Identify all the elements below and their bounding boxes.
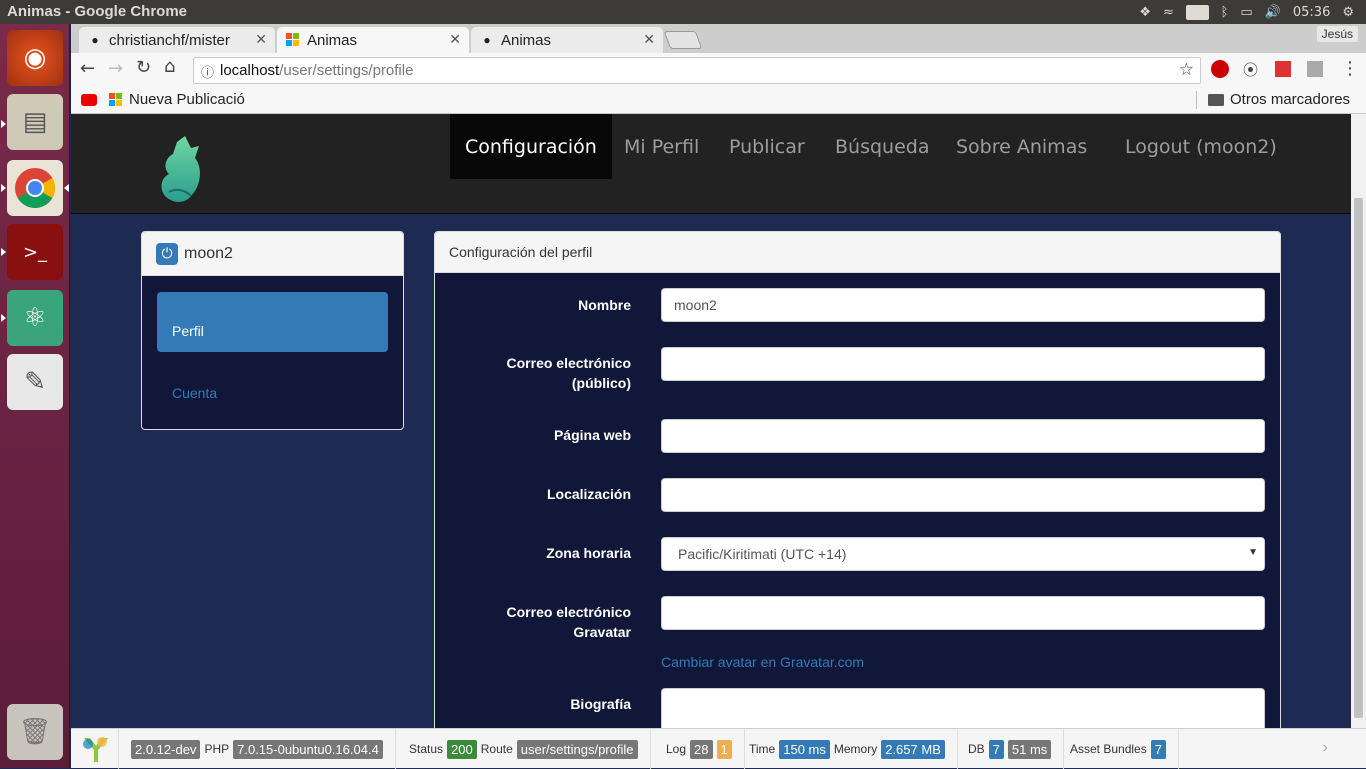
debug-log-block[interactable]: Log 28 1 xyxy=(658,729,745,769)
animas-favicon-icon xyxy=(109,92,122,106)
debug-db-block[interactable]: DB 7 51 ms xyxy=(960,729,1065,769)
browser-tab-strip: ● christianchf/mister ✕ Animas ✕ ● Anima… xyxy=(71,24,1366,53)
text-editor-icon[interactable]: ✎ xyxy=(7,354,63,410)
collapse-chevron-icon[interactable]: › xyxy=(1323,739,1328,757)
yii-logo-icon[interactable] xyxy=(71,729,119,769)
menu-kebab-icon[interactable]: ⋮ xyxy=(1341,58,1359,79)
atom-editor-icon[interactable]: ⚛ xyxy=(7,290,63,346)
label-biografia: Biografía xyxy=(570,696,631,712)
browser-toolbar: ← → ↻ ⌂ ⓘ localhost/user/settings/profil… xyxy=(71,53,1366,88)
youtube-icon[interactable] xyxy=(81,94,97,106)
gravatar-email-input[interactable] xyxy=(661,596,1265,630)
settings-gear-icon[interactable]: ⚙ xyxy=(1342,5,1354,20)
github-icon: ● xyxy=(91,33,99,47)
animas-logo[interactable] xyxy=(155,134,211,210)
home-icon[interactable]: ⌂ xyxy=(164,56,175,77)
profile-badge[interactable]: Jesús xyxy=(1316,26,1358,42)
label-zona-horaria: Zona horaria xyxy=(546,545,631,561)
wifi-icon[interactable]: ≈ xyxy=(1163,5,1174,20)
chrome-icon[interactable] xyxy=(7,160,63,216)
nav-mi-perfil[interactable]: Mi Perfil xyxy=(609,114,714,179)
browser-tab[interactable]: ● Animas ✕ xyxy=(471,27,663,53)
nav-configuracion[interactable]: Configuración xyxy=(450,114,612,179)
back-arrow-icon[interactable]: ← xyxy=(80,58,95,79)
folder-icon xyxy=(1208,93,1224,106)
nav-publicar[interactable]: Publicar xyxy=(714,114,820,179)
info-icon[interactable]: ⓘ xyxy=(201,62,214,81)
correo-publico-input[interactable] xyxy=(661,347,1265,381)
sidebar-username: moon2 xyxy=(184,244,233,262)
new-tab-button[interactable] xyxy=(663,31,703,49)
panel-heading: Configuración del perfil xyxy=(435,232,1280,273)
bookmarks-bar: Nueva Publicació Otros marcadores xyxy=(71,88,1366,114)
extension-icon[interactable] xyxy=(1211,60,1229,78)
close-tab-icon[interactable]: ✕ xyxy=(449,31,461,48)
browser-tab-active[interactable]: Animas ✕ xyxy=(277,27,469,53)
yii-debug-toolbar: 2.0.12-dev PHP 7.0.15-0ubuntu0.16.04.4 S… xyxy=(71,728,1366,769)
url-host: localhost xyxy=(220,62,280,79)
clock[interactable]: 05:36 xyxy=(1293,5,1330,20)
localizacion-input[interactable] xyxy=(661,478,1265,512)
close-tab-icon[interactable]: ✕ xyxy=(255,31,267,48)
sidebar-header: ⏻ moon2 xyxy=(142,232,403,276)
browser-tab[interactable]: ● christianchf/mister ✕ xyxy=(79,27,275,53)
zona-horaria-select[interactable]: Pacific/Kiritimati (UTC +14) ▼ xyxy=(661,537,1265,571)
animas-favicon-icon xyxy=(285,32,301,48)
debug-assets-block[interactable]: Asset Bundles 7 xyxy=(1062,729,1179,769)
close-tab-icon[interactable]: ✕ xyxy=(643,31,655,48)
bluetooth-icon[interactable]: ᛒ xyxy=(1221,5,1229,20)
bookmark-star-icon[interactable]: ☆ xyxy=(1179,60,1194,80)
trash-icon[interactable]: 🗑 xyxy=(7,704,63,760)
unity-launcher: ◉ ▤ >_ ⚛ ✎ 🗑 xyxy=(0,24,70,768)
avatar-power-icon: ⏻ xyxy=(156,242,178,265)
dropbox-icon[interactable]: ❖ xyxy=(1139,5,1151,20)
extension-icon[interactable] xyxy=(1275,61,1291,77)
github-icon: ● xyxy=(483,33,491,47)
ubuntu-dash-icon[interactable]: ◉ xyxy=(7,30,63,86)
page-scrollbar[interactable] xyxy=(1351,114,1366,728)
zona-horaria-value: Pacific/Kiritimati (UTC +14) xyxy=(678,546,847,562)
forward-arrow-icon[interactable]: → xyxy=(108,58,123,79)
terminal-icon[interactable]: >_ xyxy=(7,224,63,280)
keyboard-layout-indicator[interactable]: Es xyxy=(1185,4,1209,20)
system-tray: ❖ ≈ Es ᛒ ▭ 🔊 05:36 ⚙ xyxy=(1139,0,1366,24)
site-navbar: Configuración Mi Perfil Publicar Búsqued… xyxy=(71,114,1351,214)
files-icon[interactable]: ▤ xyxy=(7,94,63,150)
address-bar[interactable]: ⓘ localhost/user/settings/profile ☆ xyxy=(193,57,1201,84)
debug-version-block[interactable]: 2.0.12-dev PHP 7.0.15-0ubuntu0.16.04.4 xyxy=(119,729,396,769)
sidebar-item-perfil[interactable]: Perfil xyxy=(157,292,388,352)
nav-busqueda[interactable]: Búsqueda xyxy=(820,114,944,179)
extension-icon[interactable] xyxy=(1307,61,1323,77)
sidebar-item-cuenta[interactable]: Cuenta xyxy=(172,385,217,401)
cast-extension-icon[interactable]: ⦿ xyxy=(1243,59,1258,80)
reload-icon[interactable]: ↻ xyxy=(136,57,151,78)
label-localizacion: Localización xyxy=(546,486,631,502)
profile-settings-panel: Configuración del perfil Nombre moon2 Co… xyxy=(434,231,1281,728)
debug-request-block[interactable]: Status 200 Route user/settings/profile xyxy=(401,729,651,769)
label-correo-publico: Correo electrónico (público) xyxy=(506,355,631,391)
volume-icon[interactable]: 🔊 xyxy=(1265,5,1281,20)
chevron-down-icon: ▼ xyxy=(1248,547,1258,558)
debug-profiling-block[interactable]: Time 150 ms Memory 2.657 MB xyxy=(741,729,958,769)
nombre-input[interactable]: moon2 xyxy=(661,288,1265,322)
label-gravatar: Correo electrónico Gravatar xyxy=(506,604,631,640)
user-sidebar-panel: ⏻ moon2 Perfil Cuenta xyxy=(141,231,404,430)
bookmark-item[interactable]: Nueva Publicació xyxy=(109,91,245,108)
label-nombre: Nombre xyxy=(578,297,631,313)
label-pagina-web: Página web xyxy=(553,427,631,443)
pagina-web-input[interactable] xyxy=(661,419,1265,453)
os-top-panel: Animas - Google Chrome ❖ ≈ Es ᛒ ▭ 🔊 05:3… xyxy=(0,0,1366,24)
nav-logout[interactable]: Logout (moon2) xyxy=(1110,114,1292,179)
scrollbar-thumb[interactable] xyxy=(1354,198,1363,718)
battery-icon[interactable]: ▭ xyxy=(1240,5,1252,20)
route-badge: user/settings/profile xyxy=(516,739,638,759)
status-badge: 200 xyxy=(447,739,477,759)
web-page: Configuración Mi Perfil Publicar Búsqued… xyxy=(71,114,1351,728)
biografia-textarea[interactable] xyxy=(661,688,1265,728)
window-title: Animas - Google Chrome xyxy=(7,3,188,20)
other-bookmarks-folder[interactable]: Otros marcadores xyxy=(1208,91,1350,108)
gravatar-link[interactable]: Cambiar avatar en Gravatar.com xyxy=(661,654,864,670)
url-path: /user/settings/profile xyxy=(279,62,414,79)
nav-sobre-animas[interactable]: Sobre Animas xyxy=(941,114,1102,179)
